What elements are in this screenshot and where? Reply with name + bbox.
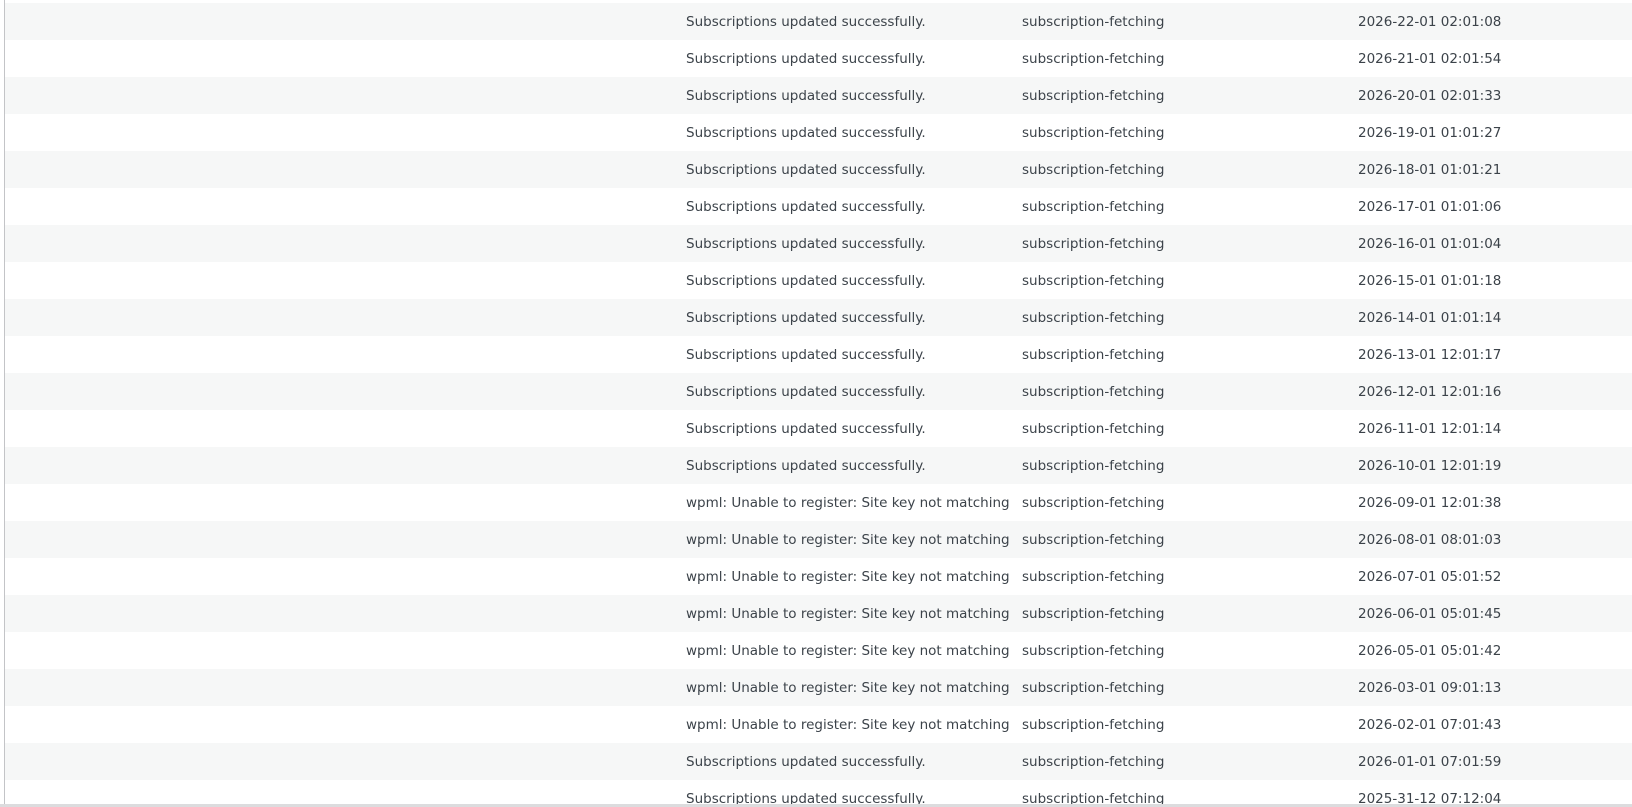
log-message: wpml: Unable to register: Site key not m… bbox=[686, 568, 1010, 585]
log-row: Subscriptions updated successfully. subsc… bbox=[5, 114, 1632, 151]
log-date: 2026-13-01 12:01:17 bbox=[1358, 346, 1502, 363]
log-row: wpml: Unable to register: Site key not m… bbox=[5, 558, 1632, 595]
log-row: wpml: Unable to register: Site key not m… bbox=[5, 484, 1632, 521]
log-date: 2026-18-01 01:01:21 bbox=[1358, 161, 1502, 178]
log-message: wpml: Unable to register: Site key not m… bbox=[686, 494, 1010, 511]
log-row: wpml: Unable to register: Site key not m… bbox=[5, 521, 1632, 558]
log-date: 2026-09-01 12:01:38 bbox=[1358, 494, 1502, 511]
log-date: 2026-17-01 01:01:06 bbox=[1358, 198, 1502, 215]
log-date: 2026-12-01 12:01:16 bbox=[1358, 383, 1502, 400]
log-source: subscription-fetching bbox=[1022, 383, 1165, 400]
log-row: Subscriptions updated successfully. subsc… bbox=[5, 40, 1632, 77]
log-date: 2026-14-01 01:01:14 bbox=[1358, 309, 1502, 326]
log-message: Subscriptions updated successfully. bbox=[686, 50, 926, 67]
log-source: subscription-fetching bbox=[1022, 605, 1165, 622]
log-source: subscription-fetching bbox=[1022, 161, 1165, 178]
log-source: subscription-fetching bbox=[1022, 309, 1165, 326]
log-row: wpml: Unable to register: Site key not m… bbox=[5, 595, 1632, 632]
log-date: 2026-11-01 12:01:14 bbox=[1358, 420, 1502, 437]
log-row: wpml: Unable to register: Site key not m… bbox=[5, 632, 1632, 669]
log-row: Subscriptions updated successfully. subsc… bbox=[5, 225, 1632, 262]
log-message: wpml: Unable to register: Site key not m… bbox=[686, 531, 1010, 548]
log-row: Subscriptions updated successfully. subsc… bbox=[5, 447, 1632, 484]
log-date: 2026-10-01 12:01:19 bbox=[1358, 457, 1502, 474]
log-message: Subscriptions updated successfully. bbox=[686, 161, 926, 178]
log-date: 2026-20-01 02:01:33 bbox=[1358, 87, 1502, 104]
log-row: Subscriptions updated successfully. subsc… bbox=[5, 410, 1632, 447]
log-date: 2026-08-01 08:01:03 bbox=[1358, 531, 1502, 548]
log-row: wpml: Unable to register: Site key not m… bbox=[5, 669, 1632, 706]
log-date: 2026-15-01 01:01:18 bbox=[1358, 272, 1502, 289]
log-message: Subscriptions updated successfully. bbox=[686, 124, 926, 141]
log-date: 2026-03-01 09:01:13 bbox=[1358, 679, 1502, 696]
log-source: subscription-fetching bbox=[1022, 753, 1165, 770]
log-row: Subscriptions updated successfully. subsc… bbox=[5, 336, 1632, 373]
log-message: Subscriptions updated successfully. bbox=[686, 346, 926, 363]
log-date: 2026-16-01 01:01:04 bbox=[1358, 235, 1502, 252]
log-date: 2026-06-01 05:01:45 bbox=[1358, 605, 1502, 622]
log-message: Subscriptions updated successfully. bbox=[686, 198, 926, 215]
log-row: Subscriptions updated successfully. subsc… bbox=[5, 299, 1632, 336]
log-message: Subscriptions updated successfully. bbox=[686, 457, 926, 474]
log-source: subscription-fetching bbox=[1022, 457, 1165, 474]
log-message: Subscriptions updated successfully. bbox=[686, 87, 926, 104]
log-source: subscription-fetching bbox=[1022, 568, 1165, 585]
log-row: Subscriptions updated successfully. subsc… bbox=[5, 373, 1632, 410]
log-source: subscription-fetching bbox=[1022, 87, 1165, 104]
log-message: Subscriptions updated successfully. bbox=[686, 309, 926, 326]
log-message: Subscriptions updated successfully. bbox=[686, 272, 926, 289]
log-row: Subscriptions updated successfully. subsc… bbox=[5, 77, 1632, 114]
log-date: 2026-01-01 07:01:59 bbox=[1358, 753, 1502, 770]
log-source: subscription-fetching bbox=[1022, 494, 1165, 511]
log-date: 2026-07-01 05:01:52 bbox=[1358, 568, 1502, 585]
log-row: Subscriptions updated successfully. subsc… bbox=[5, 743, 1632, 780]
log-source: subscription-fetching bbox=[1022, 272, 1165, 289]
log-message: wpml: Unable to register: Site key not m… bbox=[686, 716, 1010, 733]
log-source: subscription-fetching bbox=[1022, 716, 1165, 733]
log-message: wpml: Unable to register: Site key not m… bbox=[686, 679, 1010, 696]
log-message: Subscriptions updated successfully. bbox=[686, 420, 926, 437]
log-viewport: Subscriptions updated successfully. subsc… bbox=[0, 0, 1632, 807]
log-source: subscription-fetching bbox=[1022, 679, 1165, 696]
log-message: wpml: Unable to register: Site key not m… bbox=[686, 642, 1010, 659]
log-message: Subscriptions updated successfully. bbox=[686, 235, 926, 252]
log-message: wpml: Unable to register: Site key not m… bbox=[686, 605, 1010, 622]
log-source: subscription-fetching bbox=[1022, 420, 1165, 437]
log-date: 2026-19-01 01:01:27 bbox=[1358, 124, 1502, 141]
log-date: 2026-21-01 02:01:54 bbox=[1358, 50, 1502, 67]
log-source: subscription-fetching bbox=[1022, 198, 1165, 215]
log-table: Subscriptions updated successfully. subsc… bbox=[5, 3, 1632, 807]
log-row: Subscriptions updated successfully. subsc… bbox=[5, 188, 1632, 225]
log-message: Subscriptions updated successfully. bbox=[686, 13, 926, 30]
log-source: subscription-fetching bbox=[1022, 13, 1165, 30]
log-source: subscription-fetching bbox=[1022, 235, 1165, 252]
log-row: wpml: Unable to register: Site key not m… bbox=[5, 706, 1632, 743]
log-row: Subscriptions updated successfully. subsc… bbox=[5, 780, 1632, 807]
log-row: Subscriptions updated successfully. subsc… bbox=[5, 3, 1632, 40]
log-date: 2026-22-01 02:01:08 bbox=[1358, 13, 1502, 30]
log-date: 2026-05-01 05:01:42 bbox=[1358, 642, 1502, 659]
log-date: 2026-02-01 07:01:43 bbox=[1358, 716, 1502, 733]
log-source: subscription-fetching bbox=[1022, 346, 1165, 363]
log-row: Subscriptions updated successfully. subsc… bbox=[5, 151, 1632, 188]
log-row: Subscriptions updated successfully. subsc… bbox=[5, 262, 1632, 299]
log-source: subscription-fetching bbox=[1022, 124, 1165, 141]
log-source: subscription-fetching bbox=[1022, 50, 1165, 67]
log-source: subscription-fetching bbox=[1022, 642, 1165, 659]
log-message: Subscriptions updated successfully. bbox=[686, 753, 926, 770]
log-source: subscription-fetching bbox=[1022, 531, 1165, 548]
log-message: Subscriptions updated successfully. bbox=[686, 383, 926, 400]
